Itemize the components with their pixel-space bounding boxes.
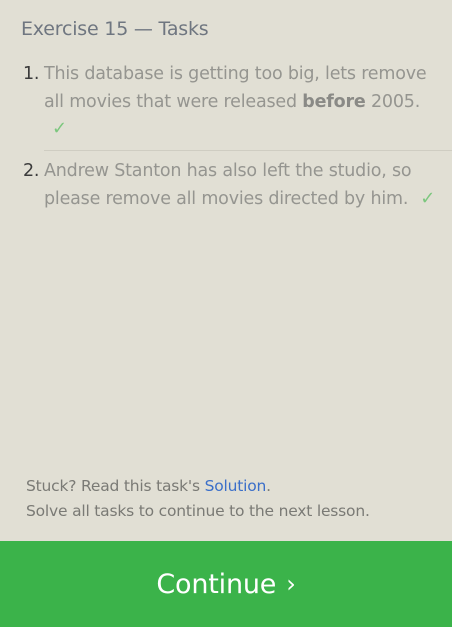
task-text-emphasis: before: [302, 92, 366, 112]
stuck-line: Stuck? Read this task's Solution.: [26, 474, 370, 499]
task-item-1: 1. This database is getting too big, let…: [0, 60, 452, 148]
task-text-part: 2005.: [365, 92, 421, 112]
task-number: 2.: [23, 161, 40, 181]
stuck-suffix: .: [266, 477, 271, 495]
task-item-2: 2. Andrew Stanton has also left the stud…: [0, 157, 452, 213]
page-title: Exercise 15 — Tasks: [21, 18, 209, 40]
task-divider: [44, 150, 452, 151]
checkmark-icon: ✓: [420, 188, 436, 209]
instruction-line: Solve all tasks to continue to the next …: [26, 502, 370, 520]
task-text: Andrew Stanton has also left the studio,…: [44, 161, 412, 209]
checkmark-icon: ✓: [52, 118, 67, 139]
stuck-prefix: Stuck? Read this task's: [26, 477, 205, 495]
exercise-panel: Exercise 15 — Tasks 1. This database is …: [0, 0, 452, 627]
help-text: Stuck? Read this task's Solution. Solve …: [26, 474, 370, 524]
chevron-right-icon: ›: [286, 570, 296, 598]
continue-label: Continue: [156, 568, 277, 600]
solution-link[interactable]: Solution: [205, 477, 267, 495]
task-list: 1. This database is getting too big, let…: [0, 60, 452, 213]
task-number: 1.: [23, 64, 40, 84]
continue-button[interactable]: Continue ›: [0, 541, 452, 627]
